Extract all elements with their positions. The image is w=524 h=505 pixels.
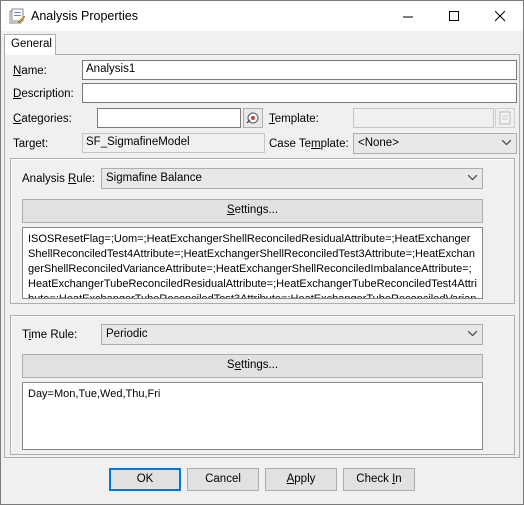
- template-browse-button[interactable]: [495, 108, 515, 128]
- time-rule-combo[interactable]: Periodic: [101, 324, 483, 345]
- time-rule-settings-label: Settings...: [226, 359, 279, 371]
- apply-button[interactable]: Apply: [265, 468, 337, 491]
- case-template-label: Case Template:: [269, 138, 349, 150]
- analysis-rule-label: Analysis Rule:: [22, 173, 95, 185]
- tab-general[interactable]: General: [4, 34, 56, 55]
- check-in-button[interactable]: Check In: [343, 468, 415, 491]
- cancel-button[interactable]: Cancel: [187, 468, 259, 491]
- template-picker-icon: [499, 111, 511, 125]
- chevron-down-icon: [468, 331, 477, 337]
- title-bar: Analysis Properties: [1, 1, 523, 31]
- cancel-button-label: Cancel: [205, 473, 241, 485]
- analysis-properties-dialog: Analysis Properties General Name: Analys…: [0, 0, 524, 505]
- close-button[interactable]: [477, 1, 523, 31]
- analysis-rule-group: Analysis Rule: Sigmafine Balance Setting…: [10, 158, 515, 304]
- categories-browse-button[interactable]: [243, 108, 263, 128]
- time-rule-value: Periodic: [106, 328, 148, 340]
- categories-label: Categories:: [13, 113, 72, 125]
- maximize-button[interactable]: [431, 1, 477, 31]
- minimize-button[interactable]: [385, 1, 431, 31]
- time-rule-label: Time Rule:: [22, 329, 78, 341]
- ok-button[interactable]: OK: [109, 468, 181, 491]
- case-template-combo[interactable]: <None>: [353, 133, 517, 154]
- apply-button-label: Apply: [286, 473, 316, 485]
- ok-button-label: OK: [136, 473, 154, 485]
- template-label: Template:: [269, 113, 319, 125]
- analysis-rule-settings-button[interactable]: Settings...: [22, 199, 483, 223]
- analysis-rule-combo[interactable]: Sigmafine Balance: [101, 168, 483, 189]
- template-field: [353, 108, 494, 128]
- check-in-button-label: Check In: [356, 473, 402, 485]
- target-label: Target:: [13, 138, 48, 150]
- tab-general-label: General: [11, 38, 52, 50]
- analysis-rule-config-text[interactable]: ISOSResetFlag=;Uom=;HeatExchangerShellRe…: [22, 227, 483, 299]
- name-label-rest: ame:: [21, 65, 47, 77]
- name-field[interactable]: Analysis1: [82, 60, 517, 80]
- time-rule-group: Time Rule: Periodic Settings... Day=Mon,…: [10, 315, 515, 455]
- target-field: SF_SigmafineModel: [82, 133, 265, 153]
- target-label-text: Target:: [13, 138, 49, 150]
- category-picker-icon: [246, 112, 259, 124]
- time-rule-settings-button[interactable]: Settings...: [22, 354, 483, 378]
- chevron-down-icon: [502, 140, 511, 146]
- maximize-icon: [448, 11, 459, 21]
- minimize-icon: [402, 16, 413, 18]
- time-rule-config-text[interactable]: Day=Mon,Tue,Wed,Thu,Fri: [22, 382, 483, 450]
- description-field[interactable]: [82, 83, 517, 103]
- description-label: Description:: [13, 88, 74, 100]
- analysis-rule-value: Sigmafine Balance: [106, 172, 202, 184]
- window-title: Analysis Properties: [31, 9, 138, 23]
- case-template-value: <None>: [358, 137, 399, 149]
- categories-field[interactable]: [97, 108, 241, 128]
- name-label: Name:: [13, 65, 47, 77]
- chevron-down-icon: [468, 175, 477, 181]
- analysis-properties-icon: [9, 8, 25, 24]
- general-tab-panel: Name: Analysis1 Description: Categories:…: [4, 54, 520, 458]
- close-icon: [494, 10, 505, 22]
- analysis-rule-settings-label: Settings...: [226, 204, 279, 216]
